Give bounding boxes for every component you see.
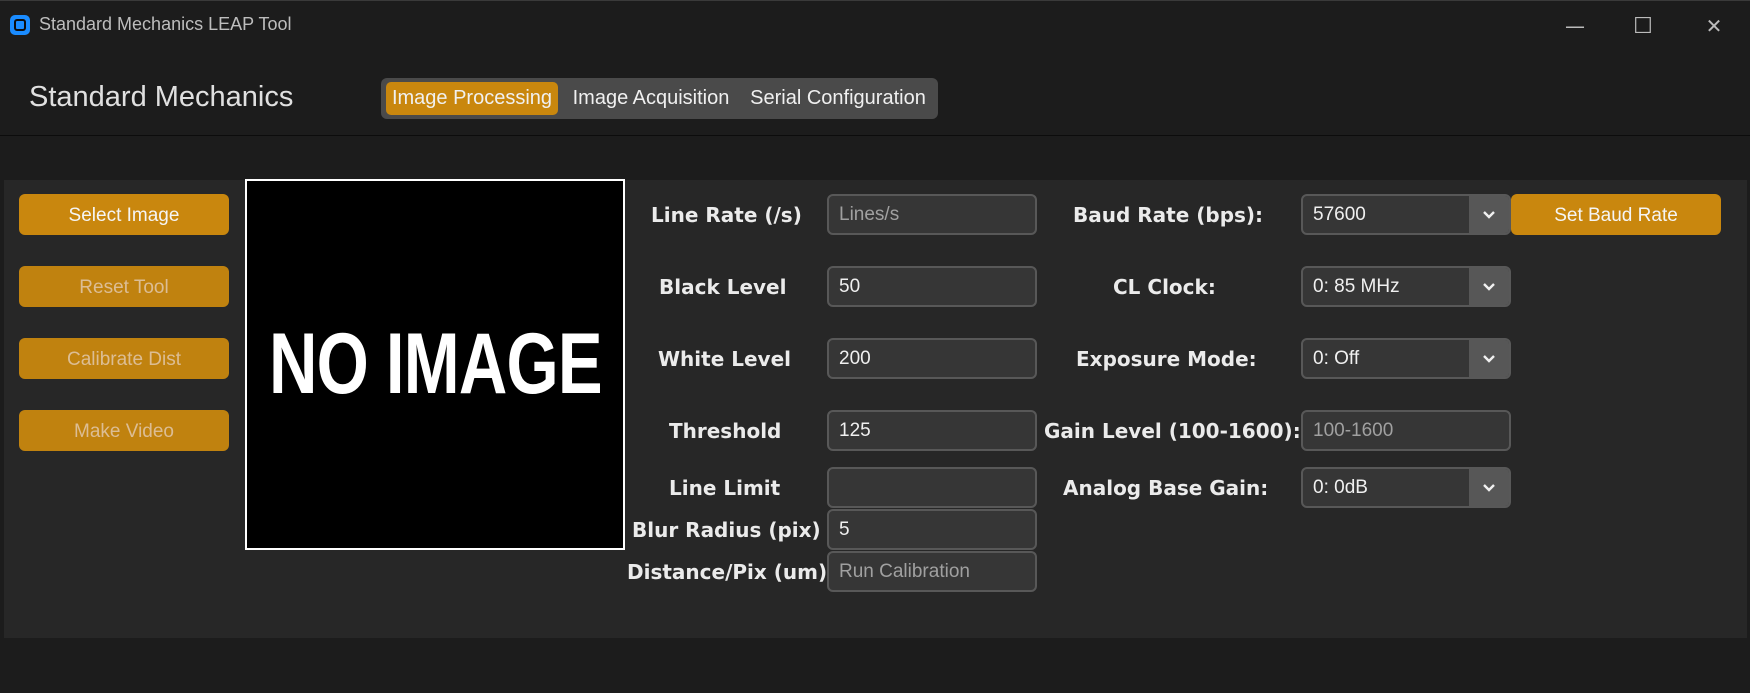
white-level-input[interactable] — [827, 338, 1037, 379]
cl-clock-select[interactable]: 0: 85 MHz — [1301, 266, 1511, 307]
black-level-label: Black Level — [659, 275, 787, 299]
make-video-button[interactable]: Make Video — [19, 410, 229, 451]
line-limit-input[interactable] — [827, 467, 1037, 508]
set-baud-rate-button[interactable]: Set Baud Rate — [1511, 194, 1721, 235]
image-preview: NO IMAGE — [245, 179, 625, 550]
cl-clock-value: 0: 85 MHz — [1313, 276, 1400, 297]
chevron-down-icon[interactable] — [1469, 268, 1509, 305]
threshold-label: Threshold — [669, 419, 782, 443]
baud-rate-label: Baud Rate (bps): — [1073, 203, 1264, 227]
exposure-mode-label: Exposure Mode: — [1076, 347, 1257, 371]
exposure-mode-value: 0: Off — [1313, 348, 1360, 369]
app-icon — [10, 15, 30, 35]
line-rate-input[interactable] — [827, 194, 1037, 235]
exposure-mode-select[interactable]: 0: Off — [1301, 338, 1511, 379]
cl-clock-label: CL Clock: — [1113, 275, 1216, 299]
tab-serial-configuration[interactable]: Serial Configuration — [745, 82, 931, 115]
app-header: Standard Mechanics Image Processing Imag… — [0, 50, 1750, 136]
black-level-input[interactable] — [827, 266, 1037, 307]
tab-bar: Image Processing Image Acquisition Seria… — [381, 78, 938, 119]
threshold-input[interactable] — [827, 410, 1037, 451]
close-icon[interactable]: ✕ — [1684, 7, 1744, 45]
distance-pix-input[interactable] — [827, 551, 1037, 592]
reset-tool-button[interactable]: Reset Tool — [19, 266, 229, 307]
line-rate-label: Line Rate (/s) — [651, 203, 802, 227]
chevron-down-icon[interactable] — [1469, 340, 1509, 377]
baud-rate-value: 57600 — [1313, 204, 1366, 225]
tab-image-processing[interactable]: Image Processing — [386, 82, 558, 115]
window-title: Standard Mechanics LEAP Tool — [39, 14, 292, 34]
chevron-down-icon[interactable] — [1469, 469, 1509, 506]
calibrate-dist-button[interactable]: Calibrate Dist — [19, 338, 229, 379]
blur-radius-label: Blur Radius (pix) — [632, 518, 821, 542]
analog-base-gain-value: 0: 0dB — [1313, 477, 1368, 498]
minimize-icon[interactable]: — — [1545, 7, 1605, 45]
gain-level-input[interactable] — [1301, 410, 1511, 451]
brand-title: Standard Mechanics — [29, 81, 294, 113]
chevron-down-icon[interactable] — [1469, 196, 1509, 233]
gain-level-label: Gain Level (100-1600): — [1044, 419, 1301, 443]
select-image-button[interactable]: Select Image — [19, 194, 229, 235]
line-limit-label: Line Limit — [669, 476, 781, 500]
baud-rate-select[interactable]: 57600 — [1301, 194, 1511, 235]
white-level-label: White Level — [658, 347, 792, 371]
analog-base-gain-label: Analog Base Gain: — [1063, 476, 1269, 500]
analog-base-gain-select[interactable]: 0: 0dB — [1301, 467, 1511, 508]
maximize-icon[interactable]: ☐ — [1613, 7, 1673, 45]
tab-image-acquisition[interactable]: Image Acquisition — [567, 82, 735, 115]
no-image-placeholder: NO IMAGE — [268, 316, 603, 412]
blur-radius-input[interactable] — [827, 509, 1037, 550]
window-titlebar: Standard Mechanics LEAP Tool — ☐ ✕ — [0, 0, 1750, 50]
distance-pix-label: Distance/Pix (um) — [627, 560, 828, 584]
